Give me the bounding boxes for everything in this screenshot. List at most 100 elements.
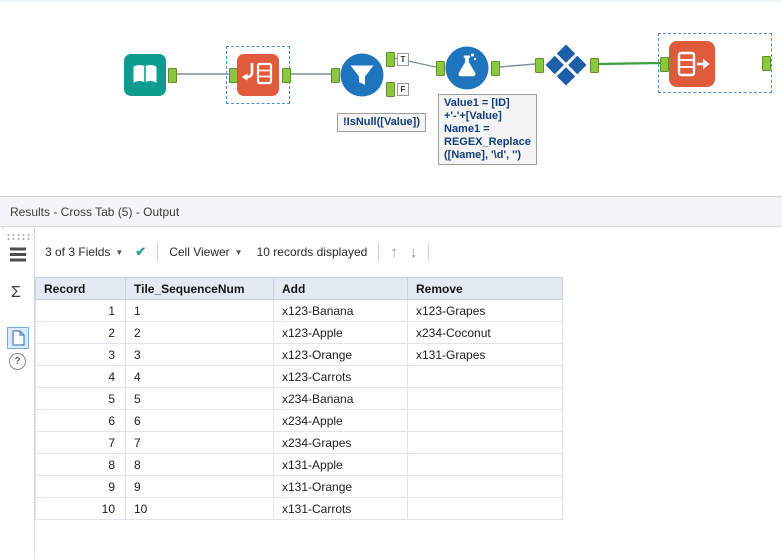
tile-input-anchor[interactable] xyxy=(229,68,238,83)
table-cell[interactable] xyxy=(408,498,563,520)
formula-annotation[interactable]: Value1 = [ID]+'-'+[Value]Name1 =REGEX_Re… xyxy=(438,94,537,165)
table-cell[interactable]: 9 xyxy=(36,476,126,498)
table-cell[interactable]: 9 xyxy=(126,476,274,498)
cross-tab-tool[interactable] xyxy=(544,43,588,92)
table-cell[interactable]: 6 xyxy=(126,410,274,432)
results-icon-strip: Σ ? xyxy=(0,228,35,559)
browse-input-anchor[interactable] xyxy=(660,57,669,72)
input-data-icon xyxy=(124,54,166,96)
table-cell[interactable]: 1 xyxy=(36,300,126,322)
table-cell[interactable]: 3 xyxy=(126,344,274,366)
cell-viewer-dropdown[interactable]: Cell Viewer xyxy=(169,245,229,259)
table-row[interactable]: 77x234-Grapes xyxy=(36,432,563,454)
fields-dropdown[interactable]: 3 of 3 Fields xyxy=(45,245,110,259)
table-header-row: Record Tile_SequenceNum Add Remove xyxy=(36,278,563,300)
table-cell[interactable]: x131-Orange xyxy=(274,476,408,498)
table-cell[interactable]: 5 xyxy=(126,388,274,410)
table-cell[interactable]: 2 xyxy=(36,322,126,344)
annotation-line: Value1 = [ID] xyxy=(444,97,531,110)
table-cell[interactable] xyxy=(408,410,563,432)
filter-icon xyxy=(340,53,384,97)
table-cell[interactable] xyxy=(408,388,563,410)
table-cell[interactable]: 8 xyxy=(36,454,126,476)
annotation-line: ([Name], '\d', '') xyxy=(444,149,531,162)
browse-output-anchor[interactable] xyxy=(762,56,771,71)
cross-tab-diamond-icon xyxy=(544,43,588,87)
table-cell[interactable]: x234-Coconut xyxy=(408,322,563,344)
chevron-down-icon[interactable]: ▼ xyxy=(115,248,123,257)
browse-tool[interactable] xyxy=(669,41,715,92)
table-cell[interactable]: 1 xyxy=(126,300,274,322)
metadata-page-icon[interactable] xyxy=(7,327,29,349)
arrow-down-icon[interactable]: ↓ xyxy=(410,244,418,261)
formula-input-anchor[interactable] xyxy=(436,61,445,76)
table-row[interactable]: 55x234-Banana xyxy=(36,388,563,410)
table-cell[interactable]: 7 xyxy=(36,432,126,454)
filter-input-anchor[interactable] xyxy=(331,68,340,83)
input-data-tool[interactable] xyxy=(124,54,166,101)
formula-tool[interactable] xyxy=(445,46,489,95)
filter-annotation[interactable]: !IsNull([Value]) xyxy=(337,113,426,132)
filter-tool[interactable] xyxy=(340,53,384,102)
check-icon[interactable]: ✔ xyxy=(135,244,146,260)
table-cell[interactable]: 5 xyxy=(36,388,126,410)
table-cell[interactable]: x131-Carrots xyxy=(274,498,408,520)
table-row[interactable]: 1010x131-Carrots xyxy=(36,498,563,520)
chevron-down-icon[interactable]: ▼ xyxy=(235,248,243,257)
table-cell[interactable]: x234-Grapes xyxy=(274,432,408,454)
table-row[interactable]: 66x234-Apple xyxy=(36,410,563,432)
input-output-anchor[interactable] xyxy=(168,68,177,83)
wire-crosstab-to-browse[interactable] xyxy=(598,63,660,64)
table-cell[interactable] xyxy=(408,454,563,476)
table-cell[interactable]: 8 xyxy=(126,454,274,476)
cross-tab-input-anchor[interactable] xyxy=(535,58,544,73)
table-row[interactable]: 99x131-Orange xyxy=(36,476,563,498)
table-cell[interactable]: 10 xyxy=(36,498,126,520)
table-cell[interactable]: 3 xyxy=(36,344,126,366)
table-cell[interactable] xyxy=(408,432,563,454)
table-row[interactable]: 44x123-Carrots xyxy=(36,366,563,388)
table-cell[interactable]: x131-Apple xyxy=(274,454,408,476)
tile-tool[interactable] xyxy=(237,54,279,101)
column-header-tile-sequencenum[interactable]: Tile_SequenceNum xyxy=(126,278,274,300)
filter-false-output-anchor[interactable] xyxy=(386,82,395,97)
false-anchor-label: F xyxy=(397,83,409,96)
grid-view-icon[interactable] xyxy=(9,246,27,268)
cross-tab-output-anchor[interactable] xyxy=(590,58,599,73)
table-cell[interactable]: 4 xyxy=(36,366,126,388)
table-cell[interactable]: x123-Orange xyxy=(274,344,408,366)
table-cell[interactable]: x234-Apple xyxy=(274,410,408,432)
connection-wires xyxy=(0,2,782,198)
table-cell[interactable]: 10 xyxy=(126,498,274,520)
table-row[interactable]: 22x123-Applex234-Coconut xyxy=(36,322,563,344)
column-header-add[interactable]: Add xyxy=(274,278,408,300)
table-cell[interactable]: 7 xyxy=(126,432,274,454)
table-cell[interactable]: x131-Grapes xyxy=(408,344,563,366)
table-cell[interactable]: 6 xyxy=(36,410,126,432)
help-icon[interactable]: ? xyxy=(9,353,26,370)
workflow-canvas[interactable]: T F xyxy=(0,0,782,196)
column-header-record[interactable]: Record xyxy=(36,278,126,300)
table-cell[interactable]: x123-Grapes xyxy=(408,300,563,322)
wire-formula-to-crosstab[interactable] xyxy=(499,64,535,67)
toolbar-separator xyxy=(378,243,379,261)
table-row[interactable]: 88x131-Apple xyxy=(36,454,563,476)
table-cell[interactable]: x234-Banana xyxy=(274,388,408,410)
table-cell[interactable]: 4 xyxy=(126,366,274,388)
table-cell[interactable] xyxy=(408,366,563,388)
filter-true-output-anchor[interactable] xyxy=(386,52,395,67)
annotation-line: +'-'+[Value] xyxy=(444,110,531,123)
table-body: 11x123-Bananax123-Grapes22x123-Applex234… xyxy=(36,300,563,520)
table-cell[interactable]: x123-Carrots xyxy=(274,366,408,388)
tile-output-anchor[interactable] xyxy=(282,68,291,83)
table-cell[interactable]: 2 xyxy=(126,322,274,344)
sigma-profile-icon[interactable]: Σ xyxy=(11,284,21,302)
table-cell[interactable] xyxy=(408,476,563,498)
table-cell[interactable]: x123-Banana xyxy=(274,300,408,322)
formula-output-anchor[interactable] xyxy=(491,61,500,76)
table-row[interactable]: 33x123-Orangex131-Grapes xyxy=(36,344,563,366)
table-row[interactable]: 11x123-Bananax123-Grapes xyxy=(36,300,563,322)
column-header-remove[interactable]: Remove xyxy=(408,278,563,300)
table-cell[interactable]: x123-Apple xyxy=(274,322,408,344)
arrow-up-icon[interactable]: ↑ xyxy=(390,244,398,261)
